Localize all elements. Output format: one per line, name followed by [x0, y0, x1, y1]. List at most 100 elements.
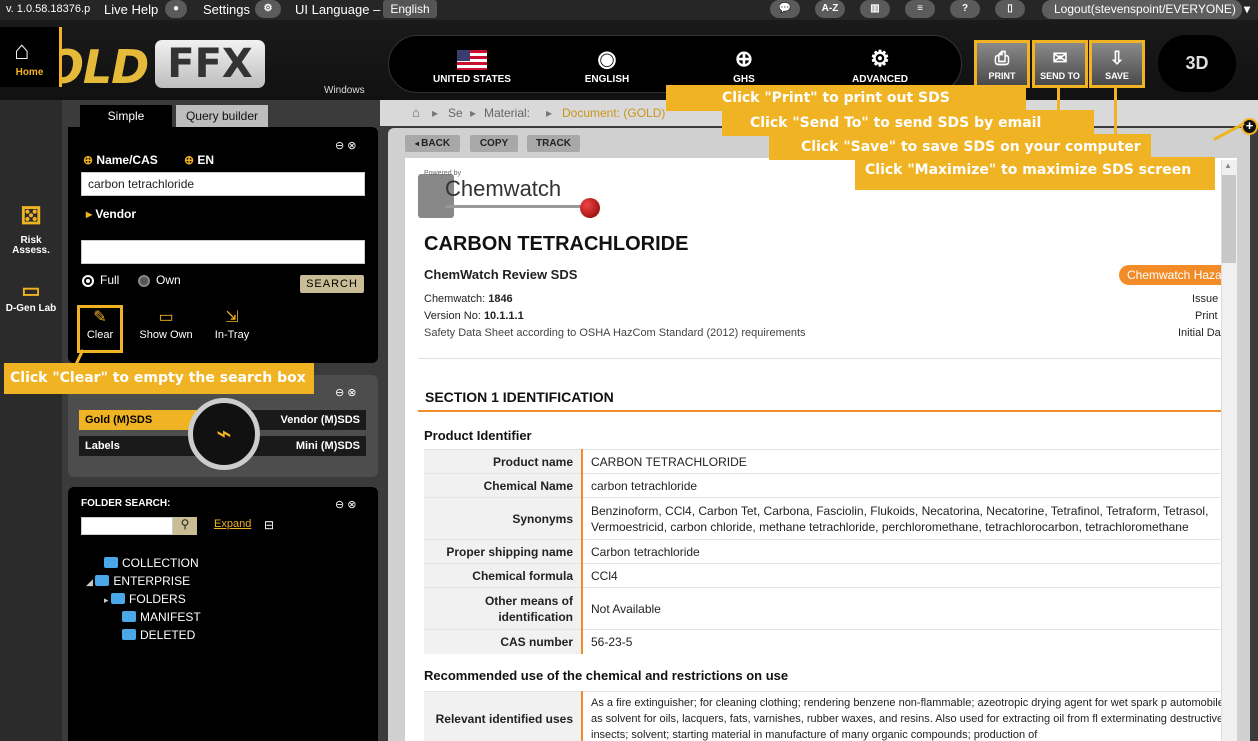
- pulse-dial-icon[interactable]: ⌁: [188, 398, 260, 470]
- back-label: BACK: [421, 138, 451, 149]
- scrollbar-thumb[interactable]: [1222, 175, 1236, 263]
- folder-icon: [122, 611, 136, 622]
- search-button[interactable]: SEARCH: [300, 275, 364, 293]
- gear-icon[interactable]: ⚙: [255, 0, 281, 18]
- table-row: Chemical formula CCl4: [424, 563, 1237, 588]
- notes-icon[interactable]: ≡: [905, 0, 935, 18]
- lab-icon: ▭: [21, 280, 41, 302]
- search-language[interactable]: ⊕ EN: [184, 153, 214, 167]
- nav-label: ADVANCED: [852, 74, 908, 85]
- left-rail: [0, 100, 62, 741]
- expand-link[interactable]: Expand: [214, 518, 251, 530]
- sds-document: Powered by Chemwatch CARBON TETRACHLORID…: [405, 158, 1237, 741]
- hazard-badge: Chemwatch Haza: [1119, 265, 1237, 285]
- chemwatch-logo: Powered by Chemwatch: [418, 170, 600, 218]
- own-label: Own: [156, 273, 181, 287]
- nav-advanced[interactable]: ⚙ ADVANCED: [825, 44, 935, 85]
- nav-label: UNITED STATES: [433, 74, 511, 85]
- folder-deleted[interactable]: DELETED: [122, 628, 195, 642]
- track-button[interactable]: TRACK: [527, 135, 580, 152]
- full-radio[interactable]: [82, 275, 94, 287]
- folder-search-input[interactable]: [81, 517, 173, 535]
- vendor-toggle[interactable]: ▸ Vendor: [86, 207, 136, 221]
- folder-label: DELETED: [140, 628, 196, 642]
- version-label: v. 1.0.58.18376.p: [6, 3, 91, 15]
- globe-icon: ⊕: [734, 46, 754, 71]
- tab-simple[interactable]: Simple: [80, 105, 172, 128]
- breadcrumb-document: Document: (GOLD): [562, 106, 666, 120]
- nav-ghs[interactable]: ⊕ GHS: [689, 44, 799, 85]
- tab-query-builder[interactable]: Query builder: [176, 105, 268, 128]
- search-icon[interactable]: ⚲: [173, 517, 197, 535]
- table-row: Chemical Name carbon tetrachloride: [424, 473, 1237, 498]
- three-d-button[interactable]: 3D: [1158, 35, 1236, 92]
- name-cas-option[interactable]: ⊕ Name/CAS: [83, 153, 158, 167]
- copy-button[interactable]: COPY: [470, 135, 518, 152]
- breadcrumb-sep-icon: ▸: [432, 106, 439, 120]
- divider: [418, 358, 1237, 359]
- home-icon[interactable]: ⌂: [412, 105, 420, 120]
- own-radio[interactable]: [138, 275, 150, 287]
- dropdown-icon[interactable]: ▾: [1238, 0, 1256, 18]
- breadcrumb-search[interactable]: Se: [448, 106, 463, 120]
- live-help-link[interactable]: Live Help: [104, 2, 158, 17]
- save-button[interactable]: ⇩ SAVE: [1089, 40, 1145, 88]
- rail-risk-assess[interactable]: ⚄ Risk Assess.: [0, 202, 62, 256]
- search-input[interactable]: carbon tetrachloride: [81, 172, 365, 196]
- nav-english[interactable]: ◉ ENGLISH: [552, 44, 662, 85]
- folder-icon: [95, 575, 110, 586]
- ui-language-select[interactable]: English: [383, 0, 437, 18]
- chat-icon[interactable]: ●: [165, 0, 187, 18]
- envelope-icon: ✉: [1052, 48, 1068, 68]
- folder-collection[interactable]: COLLECTION: [104, 556, 199, 570]
- row-key: Relevant identified uses: [424, 691, 583, 741]
- help-button[interactable]: ?: [950, 0, 980, 18]
- callout-print: Click "Print" to print out SDS: [666, 85, 1026, 111]
- clear-button[interactable]: ✎ Clear: [80, 307, 120, 341]
- logo-text: Chemwatch: [445, 176, 562, 201]
- rail-dgen-lab[interactable]: ▭ D-Gen Lab: [0, 278, 62, 314]
- send-to-button[interactable]: ✉ SEND TO: [1032, 40, 1088, 88]
- meta-label: Chemwatch:: [424, 293, 486, 305]
- vendor-label: Vendor: [95, 207, 137, 221]
- book-icon[interactable]: ▯: [995, 0, 1025, 18]
- panel-controls[interactable]: ⊖ ⊗: [335, 139, 357, 152]
- az-index-button[interactable]: A-Z: [815, 0, 845, 18]
- meta-value: 1846: [488, 293, 513, 305]
- panel-controls[interactable]: ⊖ ⊗: [335, 498, 357, 511]
- printer-icon: ⎙: [994, 48, 1010, 68]
- meta-label: Version No:: [424, 310, 481, 322]
- tree-collapse-icon[interactable]: ⊟: [264, 518, 274, 532]
- in-tray-button[interactable]: ⇲ In-Tray: [208, 307, 256, 341]
- plus-icon: ⊕: [83, 153, 94, 167]
- row-key: Proper shipping name: [424, 539, 583, 564]
- library-icon[interactable]: ▥: [860, 0, 890, 18]
- back-button[interactable]: ◂ BACK: [405, 135, 460, 152]
- settings-link[interactable]: Settings: [203, 2, 250, 17]
- flag-icon: [417, 44, 527, 74]
- row-value: Benzinoform, CCl4, Carbon Tet, Carbona, …: [582, 497, 1237, 540]
- folder-icon: [122, 629, 136, 640]
- message-icon[interactable]: 💬: [770, 0, 800, 18]
- folder-label: MANIFEST: [140, 610, 201, 624]
- breadcrumb-material[interactable]: Material:: [484, 106, 530, 120]
- row-key: Chemical formula: [424, 563, 583, 588]
- scroll-up-icon[interactable]: ▲: [1224, 161, 1232, 170]
- show-own-button[interactable]: ▭ Show Own: [136, 307, 196, 341]
- folder-manifest[interactable]: MANIFEST: [122, 610, 201, 624]
- folder-search-title: FOLDER SEARCH:: [81, 498, 171, 509]
- nav-united-states[interactable]: UNITED STATES: [417, 44, 527, 85]
- folder-folders[interactable]: ▸ FOLDERS: [104, 592, 186, 606]
- row-key: Chemical Name: [424, 473, 583, 498]
- folder-enterprise[interactable]: ◢ ENTERPRISE: [86, 574, 190, 588]
- tray-icon: ⇲: [225, 309, 239, 326]
- panel-controls[interactable]: ⊖ ⊗: [335, 386, 357, 399]
- logout-button[interactable]: Logout(stevenspoint/EVERYONE): [1042, 0, 1242, 19]
- doc-subtitle: ChemWatch Review SDS: [424, 267, 578, 282]
- table-row: Product name CARBON TETRACHLORIDE: [424, 449, 1237, 474]
- row-key: Product name: [424, 449, 583, 474]
- vendor-input[interactable]: [81, 240, 365, 264]
- rail-home[interactable]: ⌂ Home: [0, 27, 62, 87]
- print-button[interactable]: ⎙ PRINT: [974, 40, 1030, 88]
- maximize-icon[interactable]: +: [1241, 118, 1258, 135]
